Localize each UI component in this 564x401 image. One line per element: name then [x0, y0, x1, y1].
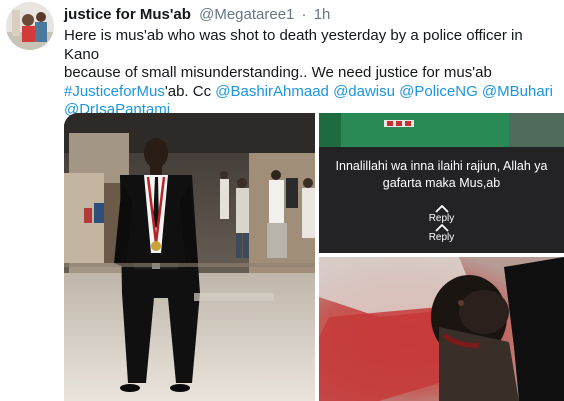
tweet-text: Here is mus'ab who was shot to death yes… [64, 27, 560, 120]
separator-dot: · [301, 6, 307, 23]
photo-injured-person[interactable] [319, 257, 564, 401]
display-name[interactable]: justice for Mus'ab [64, 6, 191, 23]
tweet-text-line-2: because of small misunderstanding.. We n… [64, 64, 492, 81]
photo-caption-screenshot[interactable]: Innalillahi wa inna ilaihi rajiun, Allah… [319, 113, 564, 253]
photo-3-image [319, 257, 564, 401]
tweet-header: justice for Mus'ab @Megataree1 · 1h [64, 6, 330, 24]
mention-mbuhari[interactable]: @MBuhari [482, 83, 553, 100]
mention-bashirahmaad[interactable]: @BashirAhmaad [215, 83, 329, 100]
tweet-text-line-3: #JusticeforMus'ab. Cc @BashirAhmaad @daw… [64, 83, 560, 102]
mention-dawisu[interactable]: @dawisu [333, 83, 395, 100]
photo-2-caption-line-2: gafarta maka Mus,ab [382, 176, 501, 190]
author-avatar[interactable] [6, 2, 54, 50]
hashtag-link[interactable]: #JusticeforMus [64, 83, 165, 100]
reply-label-lower: Reply [428, 232, 455, 243]
chevron-up-icon [434, 224, 449, 232]
tweet-text-line-1: Here is mus'ab who was shot to death yes… [64, 27, 523, 63]
photo-1-image [64, 113, 315, 401]
user-handle[interactable]: @Megataree1 [199, 6, 294, 23]
chevron-up-icon [434, 205, 449, 213]
tweet-timestamp[interactable]: 1h [314, 6, 331, 23]
photo-2-caption-line-1: Innalillahi wa inna ilaihi rajiun, Allah… [335, 159, 548, 173]
tweet-text-fragment: 'ab. Cc [164, 82, 216, 100]
media-grid: Innalillahi wa inna ilaihi rajiun, Allah… [64, 113, 564, 401]
photo-2-caption: Innalillahi wa inna ilaihi rajiun, Allah… [319, 158, 564, 192]
reply-prompt: Reply Reply [319, 205, 564, 243]
avatar-image [6, 2, 54, 50]
photo-man-in-suit[interactable] [64, 113, 315, 401]
mention-policeng[interactable]: @PoliceNG [399, 83, 478, 100]
reply-label-upper: Reply [428, 213, 455, 224]
